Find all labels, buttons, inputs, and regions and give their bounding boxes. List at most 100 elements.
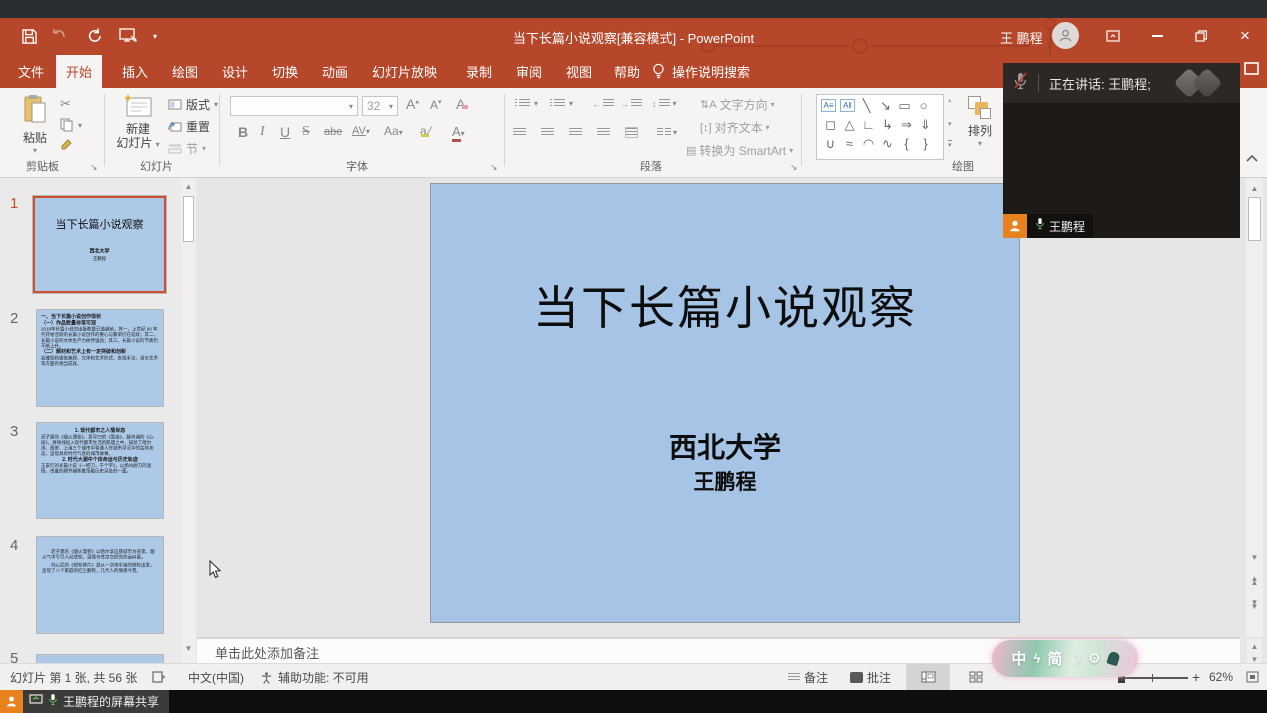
tab-design[interactable]: 设计 <box>212 55 258 88</box>
arrange-button[interactable]: 排列 ▾ <box>960 94 1000 160</box>
tab-file[interactable]: 文件 <box>8 55 54 88</box>
bullets-icon[interactable]: ▾ <box>515 99 538 108</box>
shape-curve-icon[interactable]: ∿ <box>878 134 897 153</box>
mic-muted-icon[interactable] <box>1013 72 1028 95</box>
align-right-icon[interactable] <box>569 128 582 137</box>
fit-to-window-icon[interactable] <box>1246 664 1259 690</box>
format-painter-icon[interactable] <box>60 138 73 156</box>
new-slide-button[interactable]: 新建 幻灯片 ▾ <box>112 94 164 160</box>
meeting-video-area[interactable]: 王鹏程 <box>1003 103 1240 238</box>
tab-review[interactable]: 审阅 <box>506 55 552 88</box>
shape-freeform-icon[interactable]: ∪ <box>821 134 840 153</box>
restore-button[interactable] <box>1184 21 1218 51</box>
scroll-down-icon[interactable]: ▼ <box>1247 550 1262 564</box>
avatar[interactable] <box>1052 22 1079 49</box>
font-color-icon[interactable]: A▾ <box>452 124 465 139</box>
language-indicator[interactable]: 中文(中国) <box>188 664 244 690</box>
notes-scroll-up-icon[interactable]: ▲ <box>1247 639 1262 653</box>
next-slide-icon[interactable]: ▼▼ <box>1247 598 1262 612</box>
ime-night-mode-icon[interactable]: ☽ <box>1069 651 1081 667</box>
previous-slide-icon[interactable]: ▲▲ <box>1247 574 1262 588</box>
tab-draw[interactable]: 绘图 <box>162 55 208 88</box>
columns-icon[interactable]: ▾ <box>657 128 677 137</box>
tab-view[interactable]: 视图 <box>556 55 602 88</box>
textbox-horizontal-icon[interactable]: A≡ <box>821 99 836 112</box>
thumbnail-slide-4[interactable]: 迟子建的《烟火漫卷》以哈尔滨这座城市为背景，烟火气中写尽人间悲欢，温情与苍凉交织… <box>37 537 163 633</box>
shape-elbow-arrow-icon[interactable]: ↳ <box>878 115 897 134</box>
thumbnail-scrollbar-thumb[interactable] <box>183 196 194 242</box>
tab-slideshow[interactable]: 幻灯片放映 <box>362 55 447 88</box>
slide-canvas[interactable]: 当下长篇小说观察 西北大学 王鹏程 <box>197 178 1240 637</box>
thumbnail-scrollbar[interactable]: ▲ ▼ <box>181 178 196 663</box>
clipboard-dialog-launcher-icon[interactable]: ↘ <box>90 162 98 173</box>
shape-brace-right-icon[interactable]: } <box>916 134 935 153</box>
textbox-vertical-icon[interactable]: A‖ <box>840 99 855 112</box>
share-status-tag[interactable]: 王鹏程的屏幕共享 <box>23 690 169 713</box>
zoom-slider[interactable] <box>1118 677 1188 679</box>
shape-arc-icon[interactable]: ◠ <box>859 134 878 153</box>
normal-view-button[interactable] <box>906 664 950 690</box>
ime-simplified-mode[interactable]: 简 <box>1047 648 1062 669</box>
shape-gallery-more-icon[interactable]: ▾ <box>948 140 952 149</box>
share-panel-icon[interactable] <box>1244 62 1259 80</box>
tab-record[interactable]: 录制 <box>456 55 502 88</box>
meeting-overlay[interactable]: 正在讲话: 王鹏程; 王鹏程 <box>1003 63 1240 238</box>
clear-formatting-icon[interactable]: A <box>456 96 468 112</box>
change-case-icon[interactable]: Aa▾ <box>384 124 403 138</box>
shape-oval-icon[interactable]: ○ <box>914 96 933 115</box>
ribbon-display-options-icon[interactable] <box>1096 21 1130 51</box>
shape-line-icon[interactable]: ╲ <box>857 96 876 115</box>
tab-home[interactable]: 开始 <box>56 55 102 88</box>
tab-animations[interactable]: 动画 <box>312 55 358 88</box>
shape-rectangle-icon[interactable]: ▭ <box>895 96 914 115</box>
increase-indent-icon[interactable]: → <box>620 99 642 109</box>
shape-gallery-scroll-up-icon[interactable]: ▴ <box>948 96 952 104</box>
thumbnail-slide-3[interactable]: 1. 现代都市之人情世态 迟子建的《烟火漫卷》、贾平凹的《暂坐》、滕肖澜的《心居… <box>37 423 163 518</box>
shape-scribble-icon[interactable]: ≈ <box>840 134 859 153</box>
thumbnail-slide-5[interactable] <box>37 655 163 663</box>
ime-shuangpin-icon[interactable]: ϟ <box>1033 651 1040 666</box>
layout-button[interactable]: 版式▾ <box>168 96 218 113</box>
highlight-color-icon[interactable]: a⁄ <box>420 124 431 138</box>
decrease-font-icon[interactable]: A▾ <box>430 98 442 112</box>
strikethrough-button[interactable]: S <box>302 124 310 140</box>
reset-button[interactable]: 重置 <box>168 118 210 135</box>
shape-gallery-scroll-down-icon[interactable]: ▾ <box>948 120 952 128</box>
thumbnail-scroll-down-icon[interactable]: ▼ <box>181 644 196 653</box>
account-user-name[interactable]: 王 鹏程 <box>1000 28 1043 47</box>
copy-icon[interactable] <box>60 118 73 137</box>
text-shadow-button[interactable]: abe <box>324 126 342 138</box>
minimize-button[interactable] <box>1140 21 1174 51</box>
cut-icon[interactable]: ✂ <box>60 96 71 112</box>
ime-chinese-mode[interactable]: 中 <box>1011 648 1026 669</box>
tab-insert[interactable]: 插入 <box>112 55 158 88</box>
shape-brace-left-icon[interactable]: { <box>897 134 916 153</box>
paragraph-dialog-launcher-icon[interactable]: ↘ <box>790 162 798 173</box>
slide-sorter-view-button[interactable] <box>956 664 996 690</box>
font-size-combo[interactable]: 32▾ <box>362 96 398 116</box>
notes-toggle[interactable]: 备注 <box>788 664 828 690</box>
slide-author[interactable]: 王鹏程 <box>431 466 1019 496</box>
ime-toolbar[interactable]: 中 ϟ 简 ☽ ⚙ <box>992 640 1138 677</box>
increase-font-icon[interactable]: A▴ <box>406 96 419 112</box>
shape-rounded-rect-icon[interactable]: ◻ <box>821 115 840 134</box>
slide-org[interactable]: 西北大学 <box>431 426 1019 466</box>
zoom-level[interactable]: 62% <box>1209 664 1233 690</box>
shape-block-arrow-right-icon[interactable]: ⇒ <box>897 115 916 134</box>
thumbnail-slide-1[interactable]: 当下长篇小说观察 西北大学 王鹏程 <box>33 196 166 293</box>
align-left-icon[interactable] <box>513 128 526 137</box>
shape-triangle-icon[interactable]: △ <box>840 115 859 134</box>
character-spacing-icon[interactable]: AV▾ <box>352 125 370 137</box>
tab-help[interactable]: 帮助 <box>604 55 650 88</box>
thumbnail-slide-2[interactable]: 一、当下长篇小说创作现状 （一）作品数量非常可观 2018年长篇小说的出版数量已… <box>37 310 163 406</box>
display-settings-icon[interactable] <box>152 664 165 690</box>
vertical-scrollbar[interactable] <box>1246 178 1263 637</box>
thumbnail-scroll-up-icon[interactable]: ▲ <box>181 178 196 191</box>
ime-skin-icon[interactable] <box>1106 651 1120 667</box>
shape-elbow-icon[interactable]: ∟ <box>859 115 878 134</box>
scroll-up-icon[interactable]: ▲ <box>1247 181 1262 195</box>
underline-button[interactable]: U <box>280 124 290 140</box>
paste-button[interactable]: 粘贴 ▾ <box>14 94 56 160</box>
distribute-icon[interactable] <box>625 128 638 138</box>
share-person-icon[interactable] <box>0 690 23 713</box>
